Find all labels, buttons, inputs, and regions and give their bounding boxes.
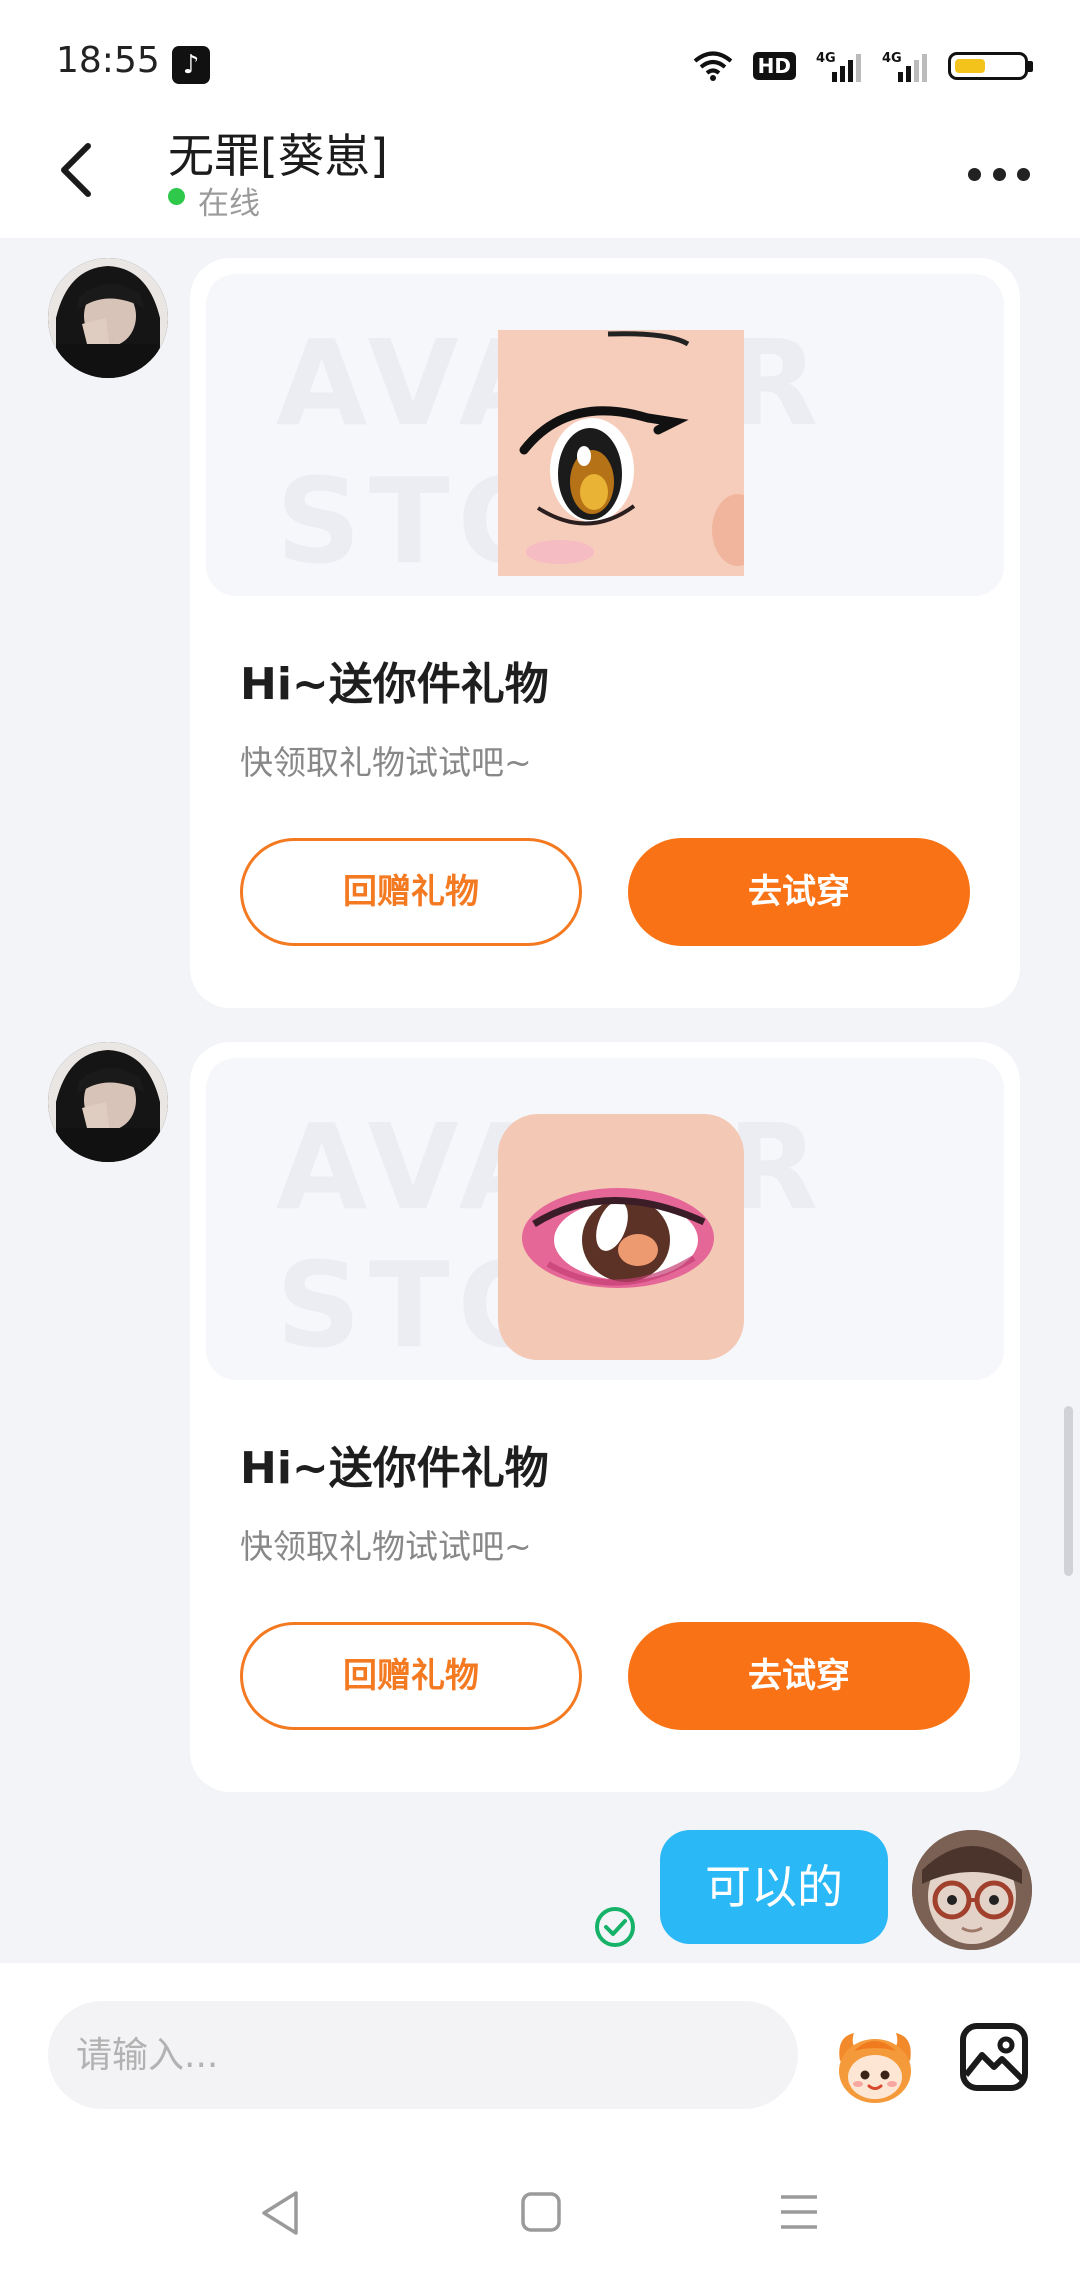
chevron-left-icon [61, 143, 91, 197]
return-gift-button[interactable]: 回赠礼物 [240, 1622, 582, 1730]
wifi-icon [693, 50, 733, 82]
gift-title: Hi~送你件礼物 [240, 659, 549, 710]
gift-image-area: AVATAR STORE [206, 1058, 1004, 1380]
signal-icon-1: 4G [816, 48, 862, 84]
gift-subtitle: 快领取礼物试试吧~ [240, 1527, 532, 1566]
more-button[interactable] [968, 160, 1030, 188]
system-nav-bar [0, 2123, 1080, 2280]
tiktok-icon: ♪ [172, 46, 210, 84]
mascot-emoji-icon [839, 2033, 911, 2103]
status-time: 18:55 [56, 40, 160, 81]
try-on-button[interactable]: 去试穿 [628, 838, 970, 946]
chat-header: 无罪[葵崽] 在线 [0, 120, 1080, 238]
input-bar [0, 1963, 1080, 2123]
gift-card: AVATAR STORE Hi~送你件礼物 快领取礼物试试吧~ 回赠礼物 去试穿 [190, 1042, 1020, 1792]
battery-icon [948, 52, 1033, 80]
scrollbar[interactable] [1064, 1406, 1073, 1576]
gift-eye-image[interactable] [498, 1114, 744, 1360]
avatar-other[interactable] [48, 1042, 168, 1162]
gift-card: AVATAR STORE Hi~送你件礼物 快领取礼物试试吧~ [190, 258, 1020, 1008]
read-check-icon [594, 1906, 636, 1948]
gift-image-area: AVATAR STORE [206, 274, 1004, 596]
nav-menu-button[interactable] [778, 2193, 820, 2235]
battery-cap [1028, 61, 1033, 72]
nav-home-button[interactable] [520, 2191, 562, 2237]
back-button[interactable] [56, 140, 116, 212]
my-message-bubble[interactable]: 可以的 [660, 1830, 888, 1944]
chat-title: 无罪[葵崽] [168, 129, 388, 183]
gift-eye-image[interactable] [498, 330, 744, 576]
try-on-button[interactable]: 去试穿 [628, 1622, 970, 1730]
signal-icon-2: 4G [882, 48, 928, 84]
online-status: 在线 [198, 186, 260, 222]
online-indicator-icon [168, 188, 185, 205]
hd-icon: HD [752, 52, 796, 80]
triangle-back-icon [262, 2191, 298, 2235]
emoji-button[interactable] [832, 2021, 918, 2107]
status-bar: 18:55 ♪ HD 4G 4G [0, 0, 1080, 120]
nav-back-button[interactable] [258, 2189, 302, 2241]
menu-lines-icon [781, 2195, 817, 2229]
gift-subtitle: 快领取礼物试试吧~ [240, 743, 532, 782]
avatar-me[interactable] [912, 1830, 1032, 1950]
message-input[interactable] [48, 2001, 798, 2109]
battery-level [955, 59, 985, 73]
status-icons: HD 4G 4G [693, 46, 1033, 86]
image-button[interactable] [958, 2021, 1030, 2093]
more-horizontal-icon [968, 167, 981, 181]
avatar-other[interactable] [48, 258, 168, 378]
network-label-1: 4G [816, 51, 836, 66]
square-home-icon [521, 2192, 561, 2232]
image-icon [960, 2023, 1028, 2091]
return-gift-button[interactable]: 回赠礼物 [240, 838, 582, 946]
gift-title: Hi~送你件礼物 [240, 1443, 549, 1494]
network-label-2: 4G [882, 51, 902, 66]
chat-messages[interactable]: AVATAR STORE Hi~送你件礼物 快领取礼物试试吧~ [0, 238, 1080, 1963]
